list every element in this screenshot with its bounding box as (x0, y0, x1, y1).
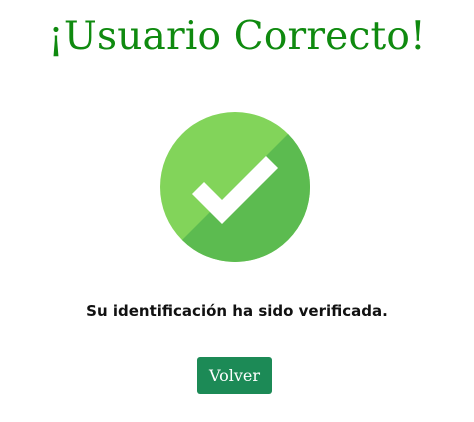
check-circle-graphic (160, 112, 310, 262)
back-button[interactable]: Volver (197, 357, 272, 394)
success-page: ¡Usuario Correcto! Su identificación ha … (0, 0, 474, 422)
verification-message: Su identificación ha sido verificada. (86, 302, 388, 320)
check-circle-icon (160, 112, 310, 262)
page-title: ¡Usuario Correcto! (48, 14, 426, 59)
